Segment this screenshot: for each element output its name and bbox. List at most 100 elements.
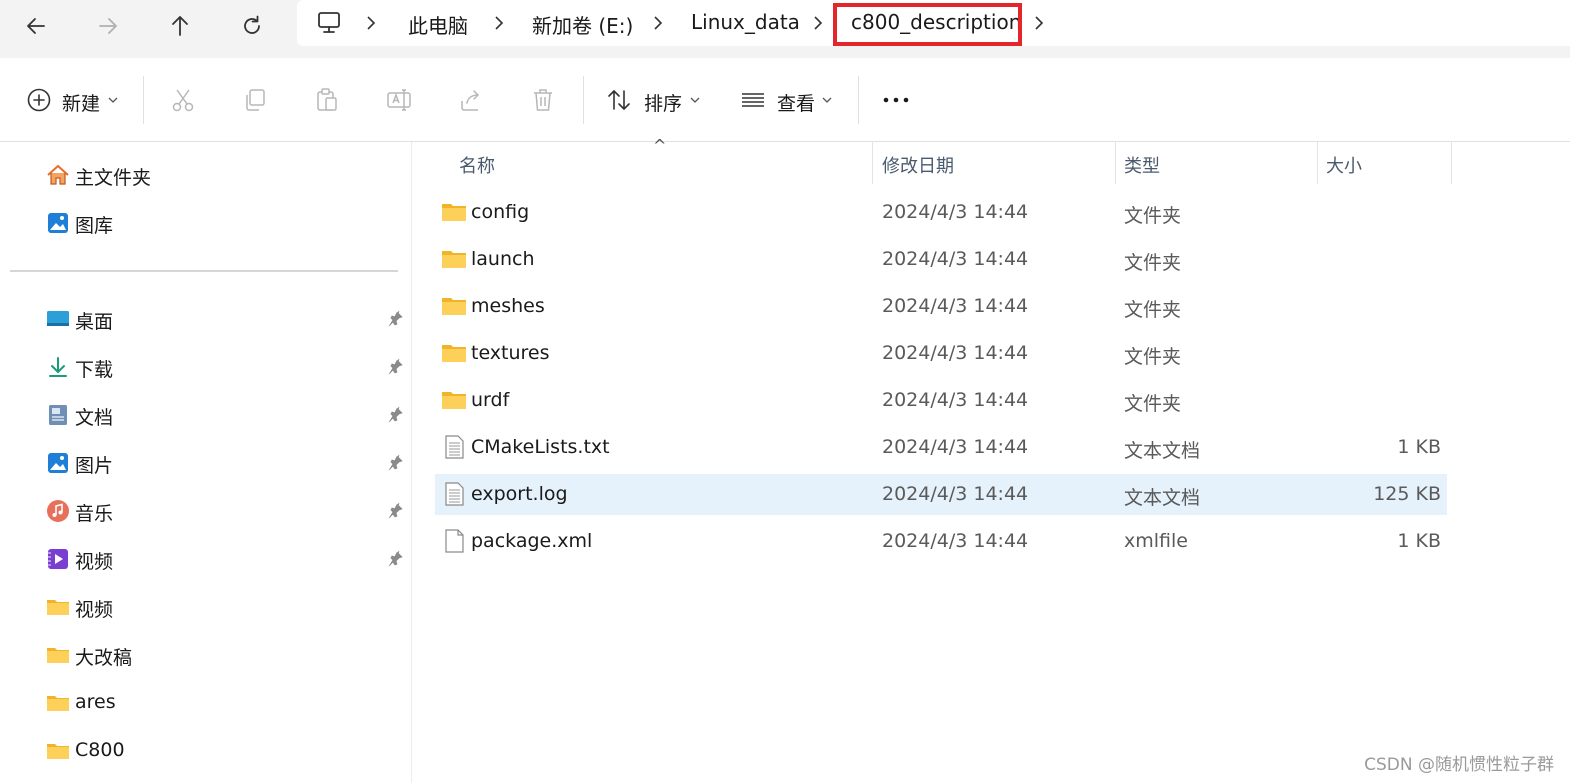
copy-icon[interactable] [242,87,268,113]
sidebar-item-ares[interactable]: ares [40,684,410,724]
more-button[interactable] [878,80,914,120]
pin-icon[interactable] [388,310,404,328]
up-icon [172,16,188,36]
file-date: 2024/4/3 14:44 [882,342,1029,364]
file-row-urdf[interactable]: urdf 2024/4/3 14:44 文件夹 [435,380,1447,421]
document-icon [49,405,67,425]
column-divider[interactable] [1115,142,1116,184]
more-icon [883,97,909,103]
folder-icon [442,298,466,315]
breadcrumb-item-drive-e[interactable]: 新加卷 (E:) [532,10,633,39]
sidebar-item-downloads[interactable]: 下载 [40,348,410,388]
pin-icon[interactable] [388,358,404,376]
view-button[interactable]: 查看 [740,58,840,142]
file-row-launch[interactable]: launch 2024/4/3 14:44 文件夹 [435,239,1447,280]
address-bar: 此电脑 新加卷 (E:) Linux_data c800_description [0,0,1570,58]
file-name: CMakeLists.txt [471,436,610,458]
new-button[interactable]: 新建 [22,58,126,142]
sidebar-item-label: ares [75,691,116,713]
toolbar-divider [143,76,144,124]
sidebar-item-videos[interactable]: 视频 [40,540,410,580]
refresh-icon [244,15,260,34]
file-list: ^ 名称 修改日期 类型 大小 config 2024/4/3 14:44 文件… [413,136,1570,783]
sidebar-item-label: 图库 [75,215,114,237]
file-row-cmakelists[interactable]: CMakeLists.txt 2024/4/3 14:44 文本文档 1 KB [435,427,1447,468]
column-header-date[interactable]: 修改日期 [882,152,954,178]
file-date: 2024/4/3 14:44 [882,530,1029,552]
sidebar-item-c800[interactable]: C800 [40,732,410,772]
navigation-pane: 主文件夹 图库 桌面 下载 文档 图片 音乐 视频 视频 大改稿 ares C8… [0,142,412,783]
folder-icon [442,251,466,268]
file-date: 2024/4/3 14:44 [882,483,1029,505]
sidebar-item-documents[interactable]: 文档 [40,396,410,436]
chevron-right-icon[interactable] [362,14,380,32]
forward-button[interactable] [88,6,128,46]
folder-icon [442,345,466,362]
share-icon[interactable] [458,87,484,113]
sidebar-item-label: C800 [75,739,125,761]
chevron-right-icon[interactable] [490,14,508,32]
file-row-meshes[interactable]: meshes 2024/4/3 14:44 文件夹 [435,286,1447,327]
column-header-type[interactable]: 类型 [1124,152,1160,178]
file-type: 文本文档 [1124,440,1201,462]
sidebar-item-home[interactable]: 主文件夹 [40,156,410,196]
file-row-config[interactable]: config 2024/4/3 14:44 文件夹 [435,192,1447,233]
pin-icon[interactable] [388,454,404,472]
file-size: 1 KB [1397,436,1441,458]
chevron-right-icon[interactable] [1030,14,1048,32]
cut-icon[interactable] [170,87,196,113]
desktop-icon [47,311,69,326]
column-header-size[interactable]: 大小 [1326,152,1362,178]
home-icon [47,164,69,185]
file-type: xmlfile [1124,530,1188,552]
sort-button[interactable]: 排序 [604,58,704,142]
column-divider[interactable] [872,142,873,184]
back-icon [27,18,45,34]
sidebar-item-label: 音乐 [75,503,114,525]
delete-icon[interactable] [530,87,556,113]
sidebar-item-gallery[interactable]: 图库 [40,204,410,244]
refresh-button[interactable] [232,6,272,46]
breadcrumb-item-linux-data[interactable]: Linux_data [691,10,800,34]
column-divider[interactable] [1451,142,1452,184]
this-pc-icon [318,12,340,33]
file-row-package-xml[interactable]: package.xml 2024/4/3 14:44 xmlfile 1 KB [435,521,1447,562]
music-icon [47,500,69,522]
file-date: 2024/4/3 14:44 [882,389,1029,411]
text-file-icon [445,435,464,459]
sidebar-item-desktop[interactable]: 桌面 [40,300,410,340]
video-icon [48,549,68,569]
sort-icon [608,90,630,110]
rename-icon[interactable] [386,87,412,113]
paste-icon[interactable] [314,87,340,113]
column-divider[interactable] [1317,142,1318,184]
chevron-right-icon[interactable] [649,14,667,32]
up-button[interactable] [160,6,200,46]
pictures-icon [48,453,68,473]
forward-icon [99,18,117,34]
sidebar-item-videos-folder[interactable]: 视频 [40,588,410,628]
file-size: 1 KB [1397,530,1441,552]
pin-icon[interactable] [388,406,404,424]
file-row-textures[interactable]: textures 2024/4/3 14:44 文件夹 [435,333,1447,374]
breadcrumb-item-this-pc[interactable]: 此电脑 [408,10,468,39]
pin-icon[interactable] [388,550,404,568]
sidebar-item-label: 大改稿 [75,647,133,669]
file-date: 2024/4/3 14:44 [882,201,1029,223]
toolbar-divider [583,76,584,124]
back-button[interactable] [16,6,56,46]
file-name: textures [471,342,550,364]
chevron-right-icon[interactable] [809,14,827,32]
file-row-export-log[interactable]: export.log 2024/4/3 14:44 文本文档 125 KB [435,474,1447,515]
folder-icon [442,392,466,409]
sidebar-item-pictures[interactable]: 图片 [40,444,410,484]
folder-icon [442,204,466,221]
pin-icon[interactable] [388,502,404,520]
column-header-name[interactable]: 名称 [459,152,495,178]
folder-icon [47,648,69,663]
sidebar-item-music[interactable]: 音乐 [40,492,410,532]
sidebar-item-dagaigao[interactable]: 大改稿 [40,636,410,676]
folder-icon [47,696,69,711]
folder-icon [47,744,69,759]
add-icon [27,88,51,112]
